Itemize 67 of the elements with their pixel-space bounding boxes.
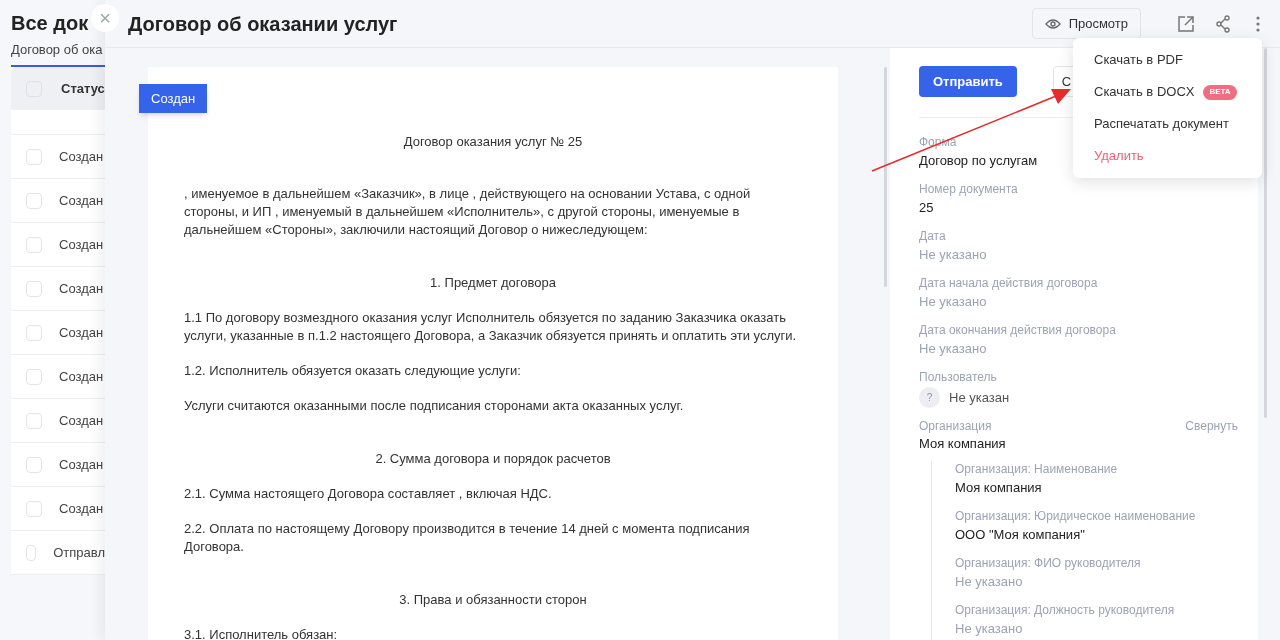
checkbox[interactable] (26, 280, 42, 297)
checkbox[interactable] (26, 500, 42, 517)
external-link-icon[interactable] (1177, 14, 1195, 33)
checkbox[interactable] (26, 236, 42, 253)
document-paragraph: 1.1 По договору возмездного оказания услуг Исполнитель обязуется по заданию Заказчика оказать услуги, указанные в п.1.2 настоящего Договора, а Заказчик обязуется принять и оплатить эти услуги. (184, 309, 798, 345)
field-value: Не указано (919, 246, 987, 264)
field-label: Организация: Юридическое наименование (955, 508, 1196, 524)
status-cell-text: Создан (59, 323, 104, 342)
field-value: ООО "Моя компания" (955, 526, 1085, 544)
avatar: ? (919, 387, 940, 408)
status-cell-text: Создан (59, 147, 104, 166)
document-heading: 1. Предмет договора (429, 274, 557, 292)
panel-title: Договор об оказании услуг (128, 11, 398, 37)
status-cell-text: Создан (59, 411, 104, 430)
field-value: Не указано (919, 293, 987, 311)
send-button[interactable]: Отправить (919, 66, 1017, 97)
document-paragraph: , именуемое в дальнейшем «Заказчик», в лице , действующего на основании Устава, с одной стороны, и ИП , именуемый в дальнейшем «Исполнитель», с другой стороны, именуемые в дальнейшем «Стороны», заключили настоящий Договор о нижеследующем: (184, 185, 752, 239)
preview-button[interactable]: Просмотр (1031, 8, 1141, 39)
document-heading: 2. Сумма договора и порядок расчетов (374, 450, 612, 468)
status-cell-text: Создан (59, 279, 104, 298)
eye-icon (1044, 17, 1061, 30)
field-value: Не указано (919, 340, 987, 358)
document-paragraph: 2.2. Оплата по настоящему Договору производится в течение 14 дней с момента подписания Договора. (184, 520, 751, 556)
checkbox[interactable] (26, 544, 37, 561)
status-cell-text: Создан (59, 235, 104, 254)
document-heading: 3. Права и обязанности сторон (398, 591, 588, 609)
document-paragraph: 3.1. Исполнитель обязан: (184, 626, 339, 640)
field-value: Договор по услугам (919, 152, 1038, 170)
menu-item[interactable]: Скачать в PDF (1073, 44, 1262, 76)
document-paragraph: 1.2. Исполнитель обязуется оказать следующие услуги: (184, 362, 522, 380)
status-cell-text: Создан (59, 499, 104, 518)
more-icon[interactable] (1256, 15, 1260, 32)
status-ribbon: Создан (139, 84, 208, 113)
status-cell-text: Создан (59, 367, 104, 386)
field-label: Организация (919, 418, 992, 434)
field-label: Дата (919, 228, 946, 244)
document-paragraph: Услуги считаются оказанными после подписания сторонами акта оказанных услуг. (184, 397, 685, 415)
field-value: Не указано (955, 620, 1023, 638)
checkbox[interactable] (26, 456, 42, 473)
field-label: Дата окончания действия договора (919, 322, 1116, 338)
page-title: Все док (11, 12, 89, 34)
checkbox[interactable] (26, 412, 42, 429)
field-value: Не указано (955, 573, 1023, 591)
document-title: Договор оказания услуг № 25 (402, 133, 584, 151)
document-paragraph: 2.1. Сумма настоящего Договора составляет , включая НДС. (184, 485, 553, 503)
field-value: Не указан (949, 388, 1010, 407)
share-icon[interactable] (1215, 14, 1231, 33)
field-label: Пользователь (919, 369, 998, 385)
field-label: Организация: Наименование (955, 461, 1118, 477)
field-label: Организация: Должность руководителя (955, 602, 1175, 618)
menu-item[interactable]: Скачать в DOCX BETA (1073, 76, 1262, 108)
checkbox[interactable] (26, 192, 42, 209)
beta-badge: BETA (1203, 84, 1237, 100)
field-value: Моя компания (955, 479, 1042, 497)
status-cell-text: Отправл (53, 543, 105, 562)
field-value: Моя компания (919, 435, 1007, 453)
checkbox[interactable] (26, 148, 42, 165)
field-label: Дата начала действия договора (919, 275, 1098, 291)
column-header: Статус (61, 79, 105, 98)
status-cell-text: Создан (59, 455, 104, 474)
status-cell-text: Создан (59, 191, 104, 210)
field-label: Номер документа (919, 181, 1018, 197)
checkbox[interactable] (26, 324, 42, 341)
field-value: 25 (919, 199, 934, 217)
checkbox[interactable] (26, 368, 42, 385)
menu-item[interactable]: Распечатать документ (1073, 108, 1262, 140)
field-label: Организация: ФИО руководителя (955, 555, 1141, 571)
